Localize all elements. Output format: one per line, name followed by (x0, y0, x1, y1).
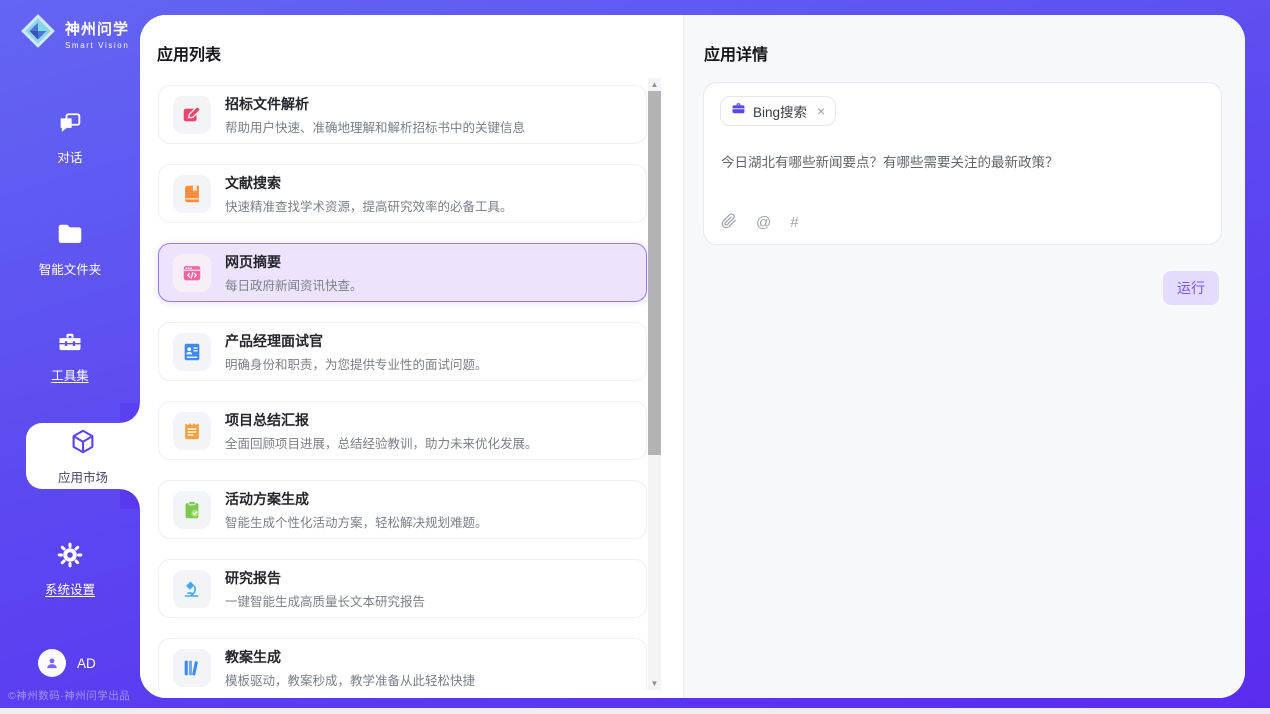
query-text[interactable]: 今日湖北有哪些新闻要点？有哪些需要关注的最新政策？ (721, 151, 1201, 171)
hash-icon[interactable]: # (790, 215, 798, 230)
toolbox-icon (56, 327, 84, 358)
app-description: 模板驱动，教案秒成，教学准备从此轻松快捷 (225, 670, 475, 689)
sidebar-item-toolset[interactable]: 工具集 (0, 327, 140, 384)
app-name: 研究报告 (225, 568, 425, 588)
folder-icon (55, 219, 85, 252)
app-description: 一键智能生成高质量长文本研究报告 (225, 591, 425, 610)
composer-toolbar: @ # (721, 213, 799, 232)
book-icon (173, 175, 211, 213)
edit-document-icon (173, 96, 211, 134)
app-card-pm-interviewer[interactable]: 产品经理面试官 明确身份和职责，为您提供专业性的面试问题。 (158, 322, 647, 381)
sidebar-item-label: 智能文件夹 (39, 259, 102, 278)
sidebar-item-smart-folder[interactable]: 智能文件夹 (0, 219, 140, 278)
copyright-text: ©神州数码·神州问学出品 (8, 688, 130, 703)
sidebar-item-label: 应用市场 (58, 467, 108, 486)
books-icon (173, 649, 211, 687)
brand-subtitle: Smart Vision (65, 41, 129, 50)
app-window: 神州问学 Smart Vision 对话 智能文件夹 (0, 0, 1270, 714)
cube-icon (68, 427, 98, 462)
sidebar-item-label: 对话 (57, 147, 82, 166)
microscope-icon (173, 570, 211, 608)
briefcase-icon (731, 101, 746, 121)
sidebar-item-label: 工具集 (51, 365, 89, 384)
app-name: 活动方案生成 (225, 489, 488, 509)
app-name: 教案生成 (225, 647, 475, 667)
app-card-literature-search[interactable]: 文献搜索 快速精准查找学术资源，提高研究效率的必备工具。 (158, 164, 647, 223)
app-name: 产品经理面试官 (225, 331, 488, 351)
query-composer[interactable]: Bing搜索 × 今日湖北有哪些新闻要点？有哪些需要关注的最新政策？ @ # (703, 82, 1222, 245)
app-description: 帮助用户快速、准确地理解和解析招标书中的关键信息 (225, 117, 525, 136)
app-description: 明确身份和职责，为您提供专业性的面试问题。 (225, 354, 488, 373)
brand-name: 神州问学 (65, 18, 129, 39)
diamond-logo-icon (19, 12, 57, 55)
app-list-panel: 应用列表 招标文件解析 帮助用户快速、准确地理解和解析招标书中的关键信 (140, 15, 683, 698)
app-name: 网页摘要 (225, 252, 363, 272)
app-detail-title: 应用详情 (704, 41, 768, 65)
sidebar-item-label: 系统设置 (45, 579, 95, 598)
gear-icon (56, 541, 84, 572)
app-detail-panel: 应用详情 Bing搜索 × 今日湖北 (683, 15, 1245, 698)
brand-logo: 神州问学 Smart Vision (19, 12, 129, 55)
run-button[interactable]: 运行 (1163, 271, 1219, 305)
app-description: 智能生成个性化活动方案，轻松解决规划难题。 (225, 512, 488, 531)
resume-icon (173, 333, 211, 371)
app-name: 项目总结汇报 (225, 410, 538, 430)
avatar (38, 649, 66, 677)
sidebar-item-chat[interactable]: 对话 (0, 109, 140, 166)
tool-tag-label: Bing搜索 (753, 101, 807, 121)
sidebar-item-app-market[interactable]: 应用市场 (26, 423, 140, 489)
app-card-bid-document-parse[interactable]: 招标文件解析 帮助用户快速、准确地理解和解析招标书中的关键信息 (158, 85, 647, 144)
app-description: 快速精准查找学术资源，提高研究效率的必备工具。 (225, 196, 513, 215)
app-list-title: 应用列表 (157, 41, 221, 65)
app-card-project-summary[interactable]: 项目总结汇报 全面回顾项目进展，总结经验教训，助力未来优化发展。 (158, 401, 647, 460)
notepad-icon (173, 412, 211, 450)
app-name: 文献搜索 (225, 173, 513, 193)
browser-code-icon (173, 254, 211, 292)
main-content: 应用列表 招标文件解析 帮助用户快速、准确地理解和解析招标书中的关键信 (140, 15, 1245, 698)
app-description: 每日政府新闻资讯快查。 (225, 275, 363, 294)
close-icon[interactable]: × (817, 104, 825, 118)
scrollbar-thumb[interactable] (648, 91, 661, 455)
scrollbar[interactable]: ▲ ▼ (648, 78, 661, 690)
user-name: AD (77, 656, 96, 671)
sidebar-item-settings[interactable]: 系统设置 (0, 541, 140, 598)
app-description: 全面回顾项目进展，总结经验教训，助力未来优化发展。 (225, 433, 538, 452)
user-account[interactable]: AD (38, 649, 96, 677)
sidebar: 神州问学 Smart Vision 对话 智能文件夹 (0, 0, 140, 708)
chat-icon (56, 109, 84, 140)
app-card-research-report[interactable]: 研究报告 一键智能生成高质量长文本研究报告 (158, 559, 647, 618)
scrollbar-up-icon[interactable]: ▲ (648, 78, 661, 91)
app-card-lesson-plan[interactable]: 教案生成 模板驱动，教案秒成，教学准备从此轻松快捷 (158, 638, 647, 690)
app-card-web-summary[interactable]: 网页摘要 每日政府新闻资讯快查。 (158, 243, 647, 302)
mention-icon[interactable]: @ (756, 215, 771, 230)
app-list-scroll-area: 招标文件解析 帮助用户快速、准确地理解和解析招标书中的关键信息 (140, 78, 683, 690)
scrollbar-down-icon[interactable]: ▼ (648, 677, 661, 690)
tool-tag-bing-search[interactable]: Bing搜索 × (720, 96, 836, 126)
app-card-event-plan[interactable]: 活动方案生成 智能生成个性化活动方案，轻松解决规划难题。 (158, 480, 647, 539)
app-name: 招标文件解析 (225, 94, 525, 114)
clipboard-check-icon (173, 491, 211, 529)
attachment-icon[interactable] (721, 213, 737, 232)
person-icon (44, 655, 60, 671)
